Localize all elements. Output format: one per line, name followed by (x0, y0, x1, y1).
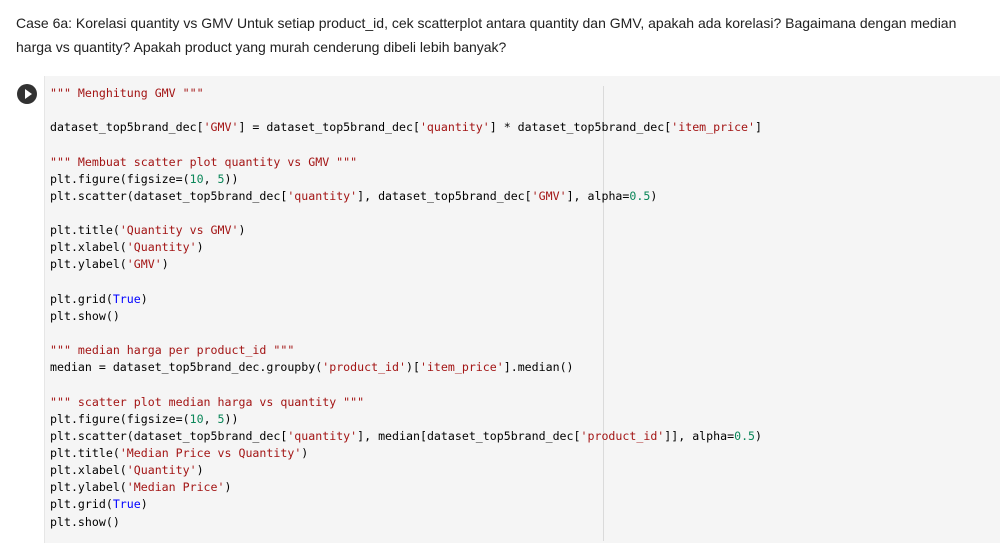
code-token: """ scatter plot median harga vs quantit… (50, 394, 365, 409)
code-token: ) (301, 445, 309, 460)
code-token: ) (224, 480, 232, 495)
code-token: 'Median Price' (126, 480, 225, 495)
code-editor[interactable]: """ Menghitung GMV """​dataset_top5brand… (44, 76, 1000, 543)
code-token: """ Menghitung GMV """ (50, 86, 204, 100)
code-line: ​ (50, 136, 762, 153)
code-token: 5 (217, 171, 225, 186)
code-token: plt.figure(figsize=( (50, 411, 190, 426)
code-line: ​ (50, 325, 762, 342)
run-cell-button[interactable] (17, 84, 37, 104)
code-token: ], dataset_top5brand_dec[ (357, 188, 532, 203)
code-token: ) (161, 257, 169, 272)
play-icon (25, 89, 32, 99)
code-line: plt.title('Median Price vs Quantity') (50, 445, 762, 462)
code-line: dataset_top5brand_dec['GMV'] = dataset_t… (50, 119, 762, 136)
code-line: plt.ylabel('Median Price') (50, 479, 762, 496)
code-token: ) (140, 497, 148, 512)
code-line: """ scatter plot median harga vs quantit… (50, 394, 762, 411)
code-line: plt.show() (50, 308, 762, 325)
code-token: plt.title( (50, 223, 120, 238)
code-token: plt.ylabel( (50, 257, 127, 272)
code-token: plt.scatter(dataset_top5brand_dec[ (50, 188, 288, 203)
code-token: 'quantity' (419, 120, 490, 135)
code-line: plt.figure(figsize=(10, 5)) (50, 411, 762, 428)
code-line: """ Membuat scatter plot quantity vs GMV… (50, 154, 762, 171)
code-token: 'GMV' (203, 120, 239, 135)
code-token: )) (224, 171, 239, 186)
code-line: """ median harga per product_id """ (50, 342, 762, 359)
code-token: 5 (217, 411, 225, 426)
code-line: plt.scatter(dataset_top5brand_dec['quant… (50, 428, 762, 445)
code-content[interactable]: """ Menghitung GMV """​dataset_top5brand… (50, 85, 762, 531)
code-line: plt.title('Quantity vs GMV') (50, 222, 762, 239)
code-token: plt.xlabel( (50, 240, 127, 255)
code-token: ) (755, 428, 763, 443)
code-token: """ Membuat scatter plot quantity vs GMV… (50, 154, 358, 169)
code-line: plt.grid(True) (50, 496, 762, 513)
code-line: plt.figure(figsize=(10, 5)) (50, 171, 762, 188)
code-token: 0.5 (629, 188, 651, 203)
code-line: plt.ylabel('GMV') (50, 256, 762, 273)
code-line: ​ (50, 376, 762, 393)
code-token: 10 (189, 411, 204, 426)
code-token: 'item_price' (419, 360, 504, 375)
code-token: plt.show() (50, 514, 120, 529)
code-token: plt.scatter(dataset_top5brand_dec[ (50, 428, 288, 443)
code-token: 'product_id' (322, 360, 406, 375)
code-token: ], alpha= (566, 188, 630, 203)
code-token: ) (196, 240, 204, 255)
code-token: 'product_id' (580, 428, 665, 443)
code-line: ​ (50, 102, 762, 119)
markdown-cell-text: Case 6a: Korelasi quantity vs GMV Untuk … (16, 15, 957, 55)
code-token: ] * dataset_top5brand_dec[ (489, 120, 672, 135)
code-token: ) (238, 223, 246, 238)
code-token: 10 (189, 171, 204, 186)
code-token: 'item_price' (671, 120, 756, 135)
code-token: )) (224, 411, 239, 426)
code-token: plt.show() (50, 308, 120, 323)
code-token: median = dataset_top5brand_dec.groupby( (50, 360, 323, 375)
code-token: plt.xlabel( (50, 463, 127, 478)
code-line: ​ (50, 205, 762, 222)
code-token: """ median harga per product_id """ (50, 343, 295, 358)
code-token: ) (650, 188, 658, 203)
code-line: plt.grid(True) (50, 291, 762, 308)
code-token: dataset_top5brand_dec[ (50, 120, 204, 135)
code-token: plt.title( (50, 445, 120, 460)
code-token: 0.5 (734, 428, 756, 443)
code-line: plt.xlabel('Quantity') (50, 239, 762, 256)
code-token: plt.figure(figsize=( (50, 171, 190, 186)
code-token: 'Quantity vs GMV' (119, 223, 239, 238)
code-token: True (112, 291, 141, 306)
code-line: """ Menghitung GMV """ (50, 85, 762, 102)
code-token: 'Quantity' (126, 463, 197, 478)
code-line: plt.xlabel('Quantity') (50, 462, 762, 479)
code-token: ] = dataset_top5brand_dec[ (238, 120, 420, 135)
code-token: , (203, 171, 218, 186)
code-token: ]], alpha= (664, 428, 735, 443)
code-token: 'GMV' (531, 188, 567, 203)
code-token: 'quantity' (287, 428, 358, 443)
code-token: plt.ylabel( (50, 480, 127, 495)
code-token: 'GMV' (126, 257, 162, 272)
code-line: median = dataset_top5brand_dec.groupby('… (50, 359, 762, 376)
code-line: ​ (50, 274, 762, 291)
code-token: , (203, 411, 218, 426)
code-token: ].median() (503, 360, 574, 375)
code-token: plt.grid( (50, 497, 113, 512)
code-token: ], median[dataset_top5brand_dec[ (357, 428, 581, 443)
code-cell: """ Menghitung GMV """​dataset_top5brand… (8, 76, 1000, 543)
code-token: ] (755, 120, 762, 135)
code-token: True (112, 497, 141, 512)
cell-gutter (8, 76, 44, 543)
code-token: plt.grid( (50, 291, 113, 306)
code-token: 'Quantity' (126, 240, 197, 255)
code-token: 'Median Price vs Quantity' (119, 445, 302, 460)
code-token: ) (140, 291, 148, 306)
code-token: 'quantity' (287, 188, 358, 203)
code-line: plt.scatter(dataset_top5brand_dec['quant… (50, 188, 762, 205)
code-line: plt.show() (50, 514, 762, 531)
code-token: ) (196, 463, 204, 478)
code-token: )[ (406, 360, 420, 375)
